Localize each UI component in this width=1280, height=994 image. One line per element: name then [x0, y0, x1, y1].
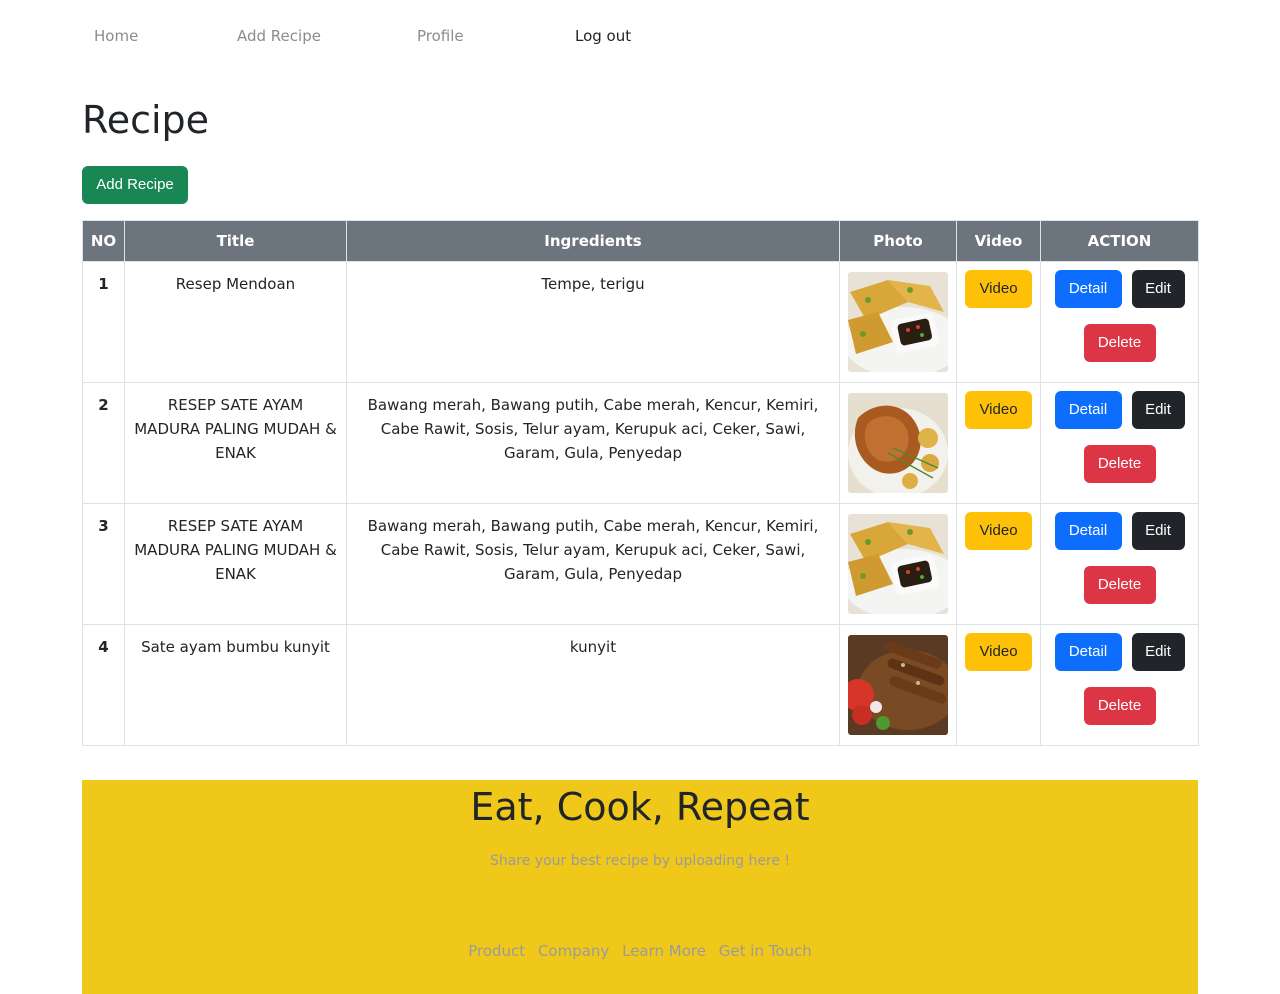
top-nav: Home Add Recipe Profile Log out: [0, 0, 1280, 72]
footer-link-product[interactable]: Product: [468, 942, 525, 960]
photo-cell: [839, 503, 957, 625]
row-number: 3: [82, 503, 125, 625]
footer-links: Product Company Learn More Get in Touch: [82, 942, 1198, 960]
row-number: 1: [82, 261, 125, 383]
nav-add-recipe-link[interactable]: Add Recipe: [237, 26, 321, 46]
table-row: 4 Sate ayam bumbu kunyit kunyit Video De…: [82, 624, 1199, 746]
nav-logout-link[interactable]: Log out: [575, 26, 631, 46]
nav-profile-link[interactable]: Profile: [417, 26, 464, 46]
header-action: ACTION: [1040, 220, 1199, 262]
photo-cell: [839, 624, 957, 746]
recipe-ingredients: kunyit: [346, 624, 840, 746]
video-cell: Video: [956, 624, 1041, 746]
action-cell: Detail Edit Delete: [1040, 503, 1199, 625]
nav-home-link[interactable]: Home: [94, 26, 138, 46]
detail-button[interactable]: Detail: [1054, 512, 1122, 550]
recipe-title: Sate ayam bumbu kunyit: [124, 624, 347, 746]
footer-link-learn-more[interactable]: Learn More: [622, 942, 706, 960]
detail-button[interactable]: Detail: [1054, 270, 1122, 308]
delete-button[interactable]: Delete: [1083, 324, 1156, 362]
header-video: Video: [956, 220, 1041, 262]
delete-button[interactable]: Delete: [1083, 687, 1156, 725]
action-cell: Detail Edit Delete: [1040, 382, 1199, 504]
satay-photo: [848, 635, 948, 735]
recipe-table: NO Title Ingredients Photo Video ACTION …: [82, 220, 1199, 746]
header-photo: Photo: [839, 220, 957, 262]
photo-cell: [839, 261, 957, 383]
table-row: 3 RESEP SATE AYAM MADURA PALING MUDAH & …: [82, 503, 1199, 625]
recipe-title: RESEP SATE AYAM MADURA PALING MUDAH & EN…: [124, 382, 347, 504]
video-cell: Video: [956, 261, 1041, 383]
table-row: 2 RESEP SATE AYAM MADURA PALING MUDAH & …: [82, 382, 1199, 504]
header-no: NO: [82, 220, 125, 262]
header-title: Title: [124, 220, 347, 262]
footer-link-company[interactable]: Company: [538, 942, 609, 960]
footer-link-get-in-touch[interactable]: Get in Touch: [719, 942, 812, 960]
delete-button[interactable]: Delete: [1083, 445, 1156, 483]
header-ingredients: Ingredients: [346, 220, 840, 262]
edit-button[interactable]: Edit: [1131, 633, 1185, 671]
footer-title: Eat, Cook, Repeat: [470, 785, 810, 829]
row-number: 2: [82, 382, 125, 504]
photo-cell: [839, 382, 957, 504]
table-row: 1 Resep Mendoan Tempe, terigu Video Deta…: [82, 261, 1199, 383]
footer: Eat, Cook, Repeat Share your best recipe…: [82, 780, 1198, 994]
recipe-ingredients: Tempe, terigu: [346, 261, 840, 383]
footer-tagline: Share your best recipe by uploading here…: [489, 853, 791, 869]
mendoan-photo: [848, 514, 948, 614]
recipe-ingredients: Bawang merah, Bawang putih, Cabe merah, …: [346, 503, 840, 625]
video-button[interactable]: Video: [965, 270, 1032, 308]
detail-button[interactable]: Detail: [1054, 633, 1122, 671]
video-button[interactable]: Video: [965, 633, 1032, 671]
detail-button[interactable]: Detail: [1054, 391, 1122, 429]
roast-chicken-photo: [848, 393, 948, 493]
edit-button[interactable]: Edit: [1131, 270, 1185, 308]
action-cell: Detail Edit Delete: [1040, 261, 1199, 383]
row-number: 4: [82, 624, 125, 746]
video-cell: Video: [956, 382, 1041, 504]
mendoan-photo: [848, 272, 948, 372]
recipe-title: RESEP SATE AYAM MADURA PALING MUDAH & EN…: [124, 503, 347, 625]
action-cell: Detail Edit Delete: [1040, 624, 1199, 746]
page-title: Recipe: [82, 98, 210, 142]
recipe-ingredients: Bawang merah, Bawang putih, Cabe merah, …: [346, 382, 840, 504]
delete-button[interactable]: Delete: [1083, 566, 1156, 604]
video-cell: Video: [956, 503, 1041, 625]
add-recipe-button[interactable]: Add Recipe: [82, 166, 188, 204]
edit-button[interactable]: Edit: [1131, 391, 1185, 429]
recipe-title: Resep Mendoan: [124, 261, 347, 383]
edit-button[interactable]: Edit: [1131, 512, 1185, 550]
table-header-row: NO Title Ingredients Photo Video ACTION: [82, 220, 1199, 262]
video-button[interactable]: Video: [965, 512, 1032, 550]
video-button[interactable]: Video: [965, 391, 1032, 429]
